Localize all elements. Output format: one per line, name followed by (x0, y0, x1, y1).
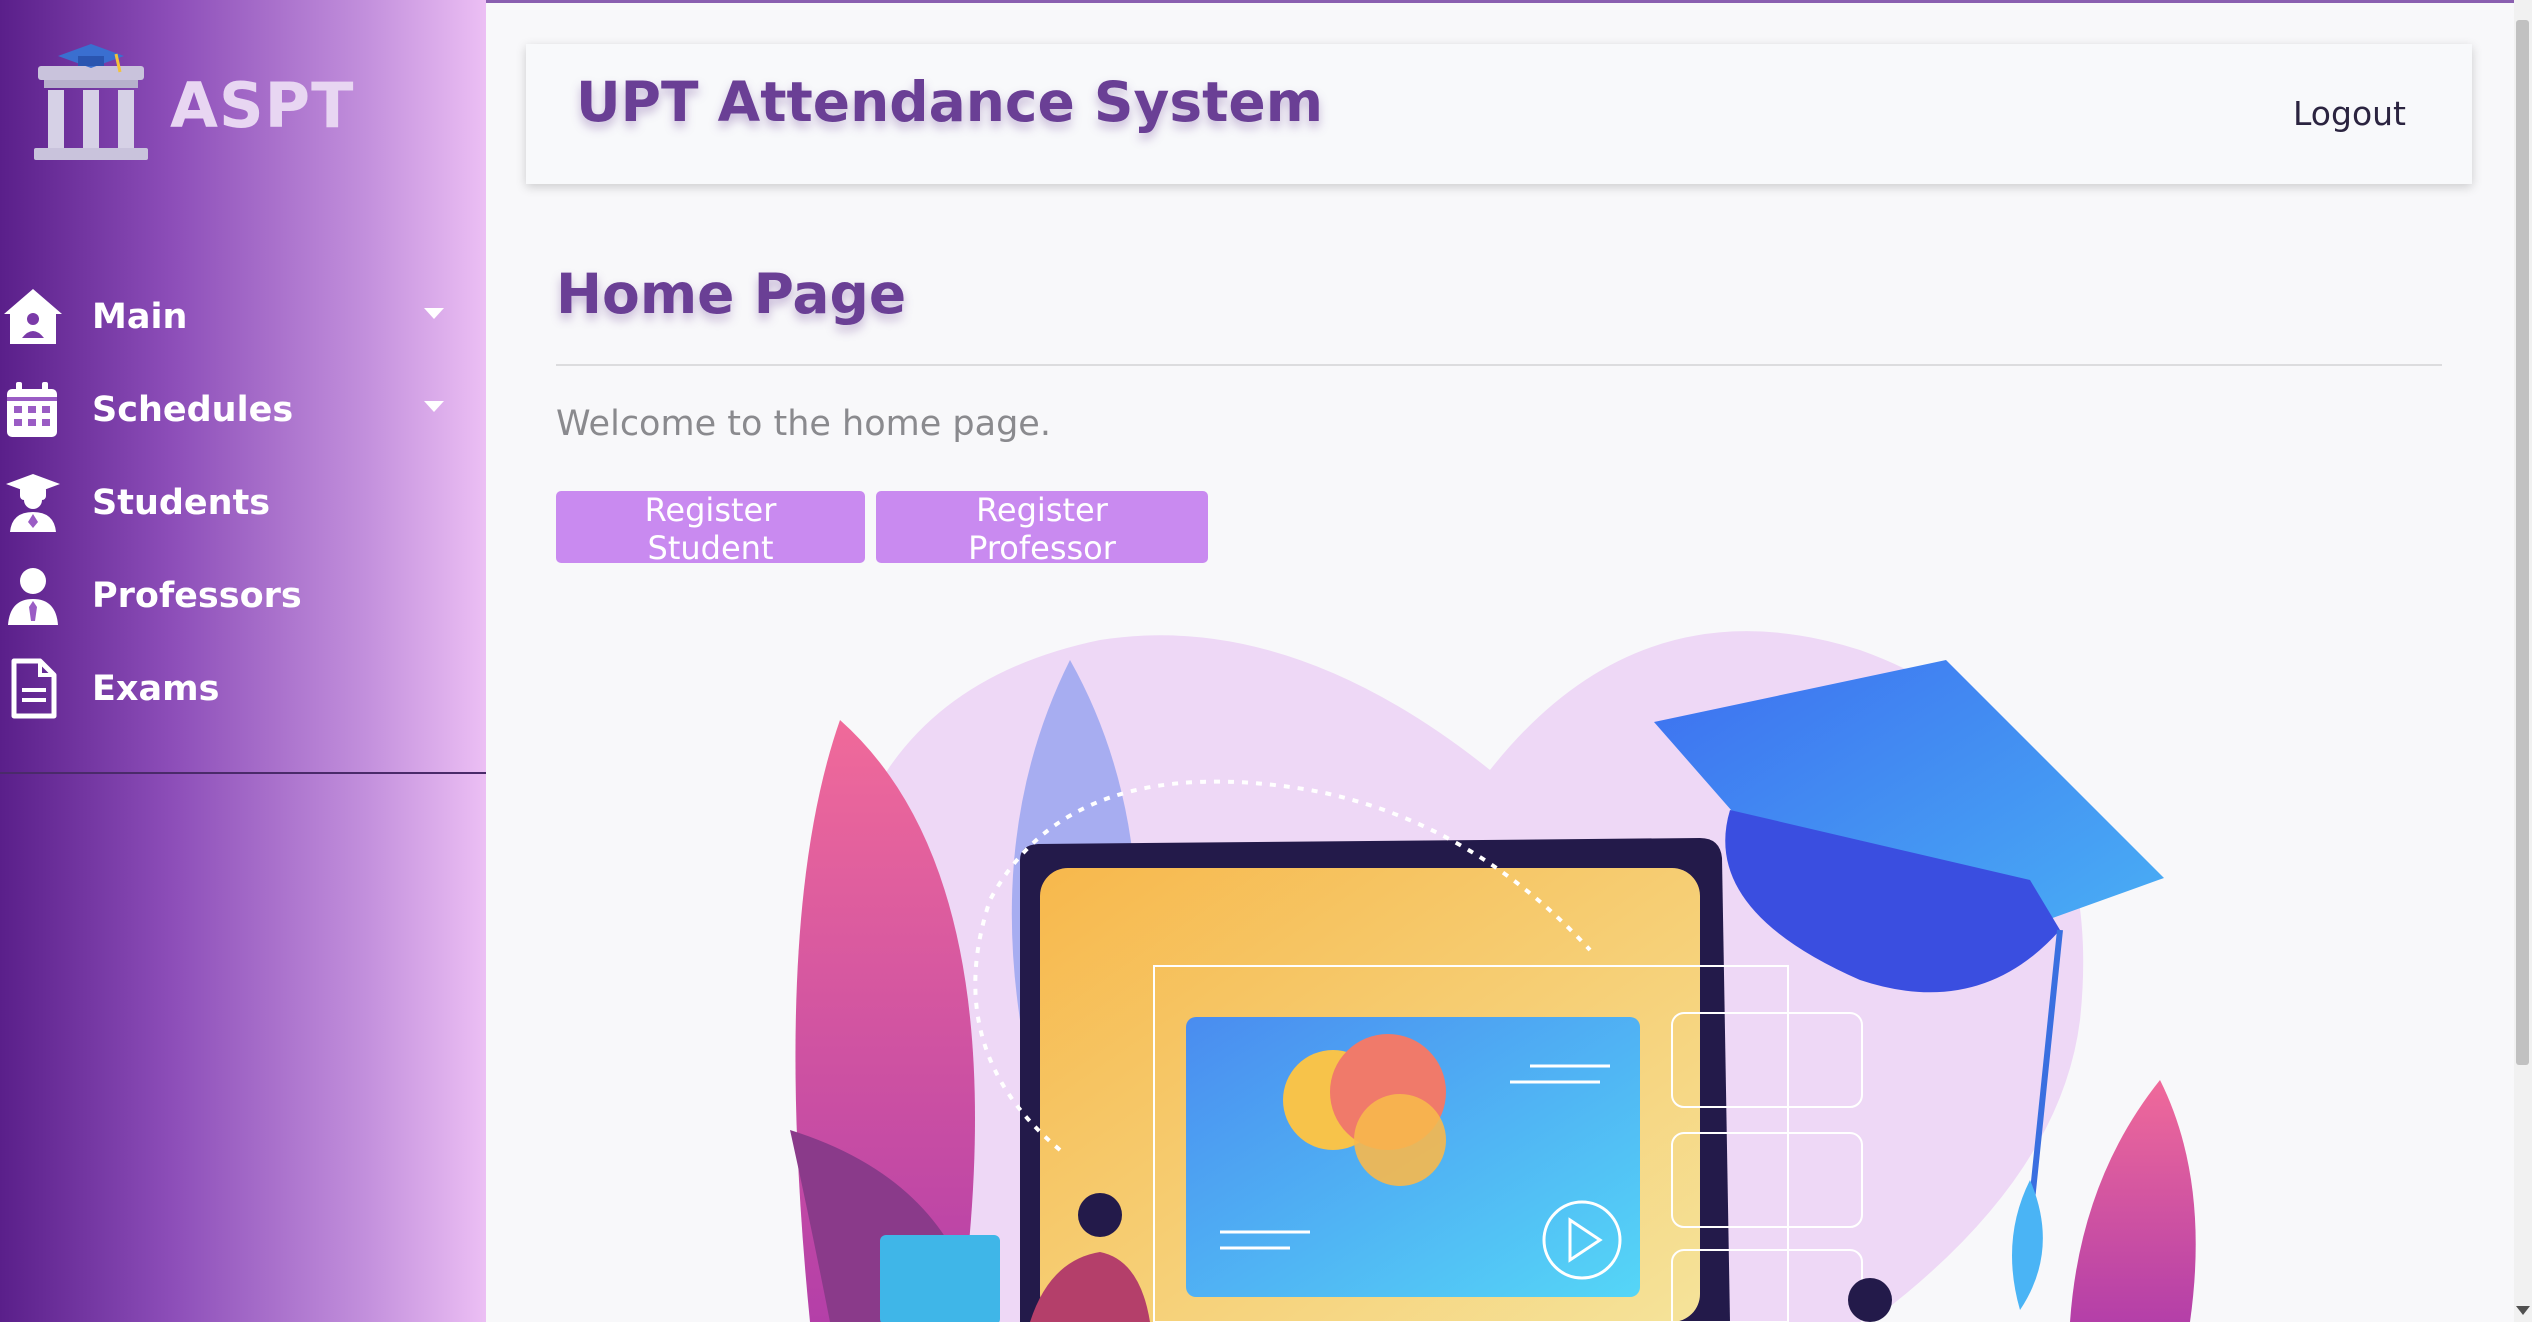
scrollbar-thumb[interactable] (2516, 20, 2529, 1065)
sidebar-item-main[interactable]: Main (0, 270, 486, 363)
logout-link[interactable]: Logout (2293, 94, 2406, 133)
sidebar-item-schedules[interactable]: Schedules (0, 363, 486, 456)
sidebar-nav: Main Schedules Students Professors Exams (0, 270, 486, 735)
graduate-icon (2, 472, 64, 534)
chevron-down-icon (424, 308, 444, 319)
chevron-down-icon (424, 401, 444, 412)
sidebar-divider (0, 772, 486, 774)
sidebar-item-exams[interactable]: Exams (0, 642, 486, 735)
brand[interactable]: ASPT (26, 40, 354, 170)
user-tie-icon (2, 565, 64, 627)
sidebar-item-professors[interactable]: Professors (0, 549, 486, 642)
top-header: UPT Attendance System Logout (526, 44, 2472, 184)
scroll-down-arrow-icon[interactable] (2516, 1306, 2530, 1315)
education-illustration (790, 631, 2196, 1322)
sidebar-item-label: Schedules (92, 389, 294, 430)
app-title: UPT Attendance System (576, 70, 1324, 134)
sidebar-item-label: Professors (92, 575, 302, 616)
sidebar-item-students[interactable]: Students (0, 456, 486, 549)
sidebar-item-label: Exams (92, 668, 220, 709)
document-icon (2, 658, 64, 720)
sidebar: ASPT Main Schedules Students Professors … (0, 0, 486, 1322)
register-student-button[interactable]: Register Student (556, 491, 865, 567)
sidebar-item-label: Main (92, 296, 188, 337)
register-professor-button[interactable]: Register Professor (876, 491, 1208, 567)
content-divider (556, 364, 2442, 366)
calendar-icon (2, 379, 64, 441)
welcome-text: Welcome to the home page. (556, 404, 1051, 444)
home-icon (2, 286, 64, 348)
page-title: Home Page (556, 262, 907, 326)
sidebar-item-label: Students (92, 482, 271, 523)
university-building-logo-icon (34, 44, 148, 160)
brand-name: ASPT (170, 68, 355, 142)
